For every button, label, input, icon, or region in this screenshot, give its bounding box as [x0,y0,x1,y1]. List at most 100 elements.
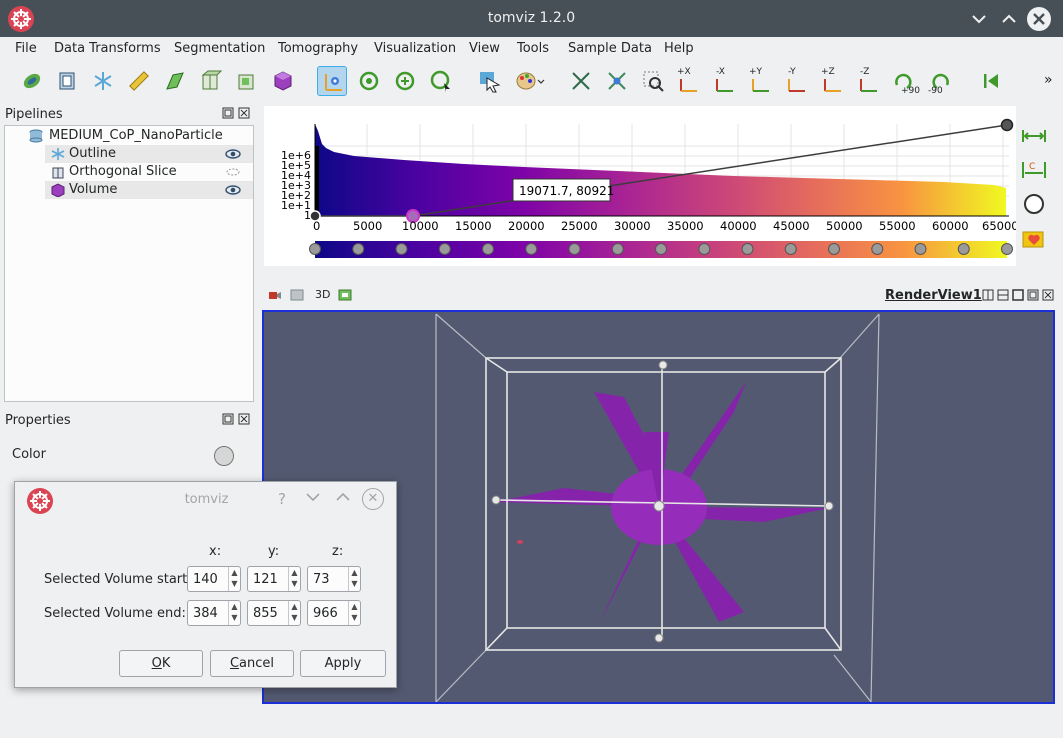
pipelines-float-icon[interactable] [222,107,234,122]
view-plus-z-icon[interactable]: +Z [818,66,848,96]
gradient-opacity-icon[interactable] [1020,190,1048,218]
interact-mode-icon[interactable] [317,66,347,96]
menu-tomography[interactable]: Tomography [278,41,358,56]
capture-icon[interactable] [290,289,304,304]
eye-icon[interactable] [225,183,241,197]
view-minus-x-icon[interactable]: -X [710,66,740,96]
end-y-input[interactable] [248,601,288,625]
preset-colormaps-icon[interactable] [1020,224,1048,252]
menu-file[interactable]: File [15,41,37,56]
colormap-node[interactable] [1001,243,1013,255]
colormap-node[interactable] [438,243,451,255]
camera-link-icon[interactable] [268,289,282,304]
spin-arrows-icon[interactable]: ▲ ▼ [228,567,240,591]
dialog-close-button[interactable]: ✕ [362,488,384,510]
apply-button[interactable]: Apply [300,650,386,677]
view-minus-y-icon[interactable]: -Y [782,66,812,96]
dialog-help-button[interactable]: ? [278,490,286,508]
end-x-input[interactable] [188,601,228,625]
colormap-node[interactable] [784,243,797,255]
end-z-spinbox[interactable]: ▲▼ [307,600,361,626]
pipelines-close-icon[interactable] [238,107,250,122]
minimize-button[interactable] [968,8,990,30]
split-vertical-icon[interactable] [997,289,1009,304]
reset-camera-icon[interactable] [566,66,596,96]
rotate-around-icon[interactable] [390,66,420,96]
colormap-node[interactable] [525,243,538,255]
rotate-icon[interactable] [354,66,384,96]
cancel-button[interactable]: Cancel [210,650,294,677]
eye-closed-icon[interactable] [225,165,241,179]
threshold-module-icon[interactable] [232,66,262,96]
transfer-point-end[interactable] [1000,118,1014,132]
colormap-node[interactable] [698,243,711,255]
color-palette-icon[interactable] [512,66,545,96]
menu-view[interactable]: View [469,41,500,56]
ok-button[interactable]: OK [119,650,203,677]
view-plus-x-icon[interactable]: +X [674,66,704,96]
start-x-input[interactable] [188,567,228,591]
colormap-node[interactable] [352,243,365,255]
view-mode-3d[interactable]: 3D [315,288,330,301]
colormap-node[interactable] [914,243,927,255]
pipeline-item-orthogonal-slice[interactable]: Orthogonal Slice [45,163,253,181]
pipeline-item-dataset[interactable]: MEDIUM_CoP_NanoParticle [5,127,253,145]
menu-data-transforms[interactable]: Data Transforms [54,41,161,56]
end-x-spinbox[interactable]: ▲▼ [187,600,241,626]
end-z-input[interactable] [308,601,348,625]
rotate-pick-icon[interactable] [426,66,456,96]
first-frame-icon[interactable] [976,66,1006,96]
screenshot-icon[interactable] [338,289,352,304]
menu-segmentation[interactable]: Segmentation [174,41,265,56]
contour-module-icon[interactable] [88,66,118,96]
colormap-node[interactable] [568,243,581,255]
close-window-button[interactable] [1027,7,1051,31]
view-plus-y-icon[interactable]: +Y [746,66,776,96]
pipeline-item-outline[interactable]: Outline [45,145,253,163]
eye-icon[interactable] [225,147,241,161]
start-z-input[interactable] [308,567,348,591]
ruler-icon[interactable] [124,66,154,96]
toolbar-overflow-button[interactable]: » [1044,72,1053,88]
colormap-node[interactable] [957,243,970,255]
close-view-icon[interactable] [1042,289,1054,304]
colormap-node[interactable] [309,243,321,255]
spin-arrows-icon[interactable]: ▲ ▼ [228,601,240,625]
spin-arrows-icon[interactable]: ▲ ▼ [348,601,360,625]
split-horizontal-icon[interactable] [982,289,994,304]
dialog-maximize-button[interactable] [334,488,352,510]
colormap-node[interactable] [611,243,624,255]
maximize-button[interactable] [998,8,1020,30]
colormap-node[interactable] [741,243,754,255]
colormap-node[interactable] [395,243,408,255]
colormap-node[interactable] [655,243,667,255]
center-rotation-icon[interactable] [602,66,632,96]
rotate-minus-90-icon[interactable]: -90 [926,66,956,96]
zoom-to-box-icon[interactable] [638,66,668,96]
select-cursor-icon[interactable] [474,66,504,96]
start-z-spinbox[interactable]: ▲▼ [307,566,361,592]
spin-arrows-icon[interactable]: ▲ ▼ [348,567,360,591]
spin-arrows-icon[interactable]: ▲ ▼ [288,567,300,591]
pipeline-item-volume[interactable]: Volume [45,181,253,199]
menu-sample-data[interactable]: Sample Data [568,41,652,56]
dialog-minimize-button[interactable] [304,488,322,510]
ortho-slice-module-icon[interactable] [196,66,226,96]
menu-tools[interactable]: Tools [517,41,549,56]
colormap-node[interactable] [871,243,884,255]
custom-range-icon[interactable]: C [1020,156,1048,184]
menu-visualization[interactable]: Visualization [374,41,456,56]
float-view-icon[interactable] [1027,289,1039,304]
spin-arrows-icon[interactable]: ▲ ▼ [288,601,300,625]
color-picker-button[interactable] [214,446,234,466]
properties-float-icon[interactable] [222,413,234,428]
colormap-node[interactable] [828,243,840,255]
start-x-spinbox[interactable]: ▲▼ [187,566,241,592]
slice-module-icon[interactable] [160,66,190,96]
properties-close-icon[interactable] [238,413,250,428]
maximize-view-icon[interactable] [1012,289,1024,304]
reset-range-icon[interactable] [1020,122,1048,150]
start-y-input[interactable] [248,567,288,591]
rotate-plus-90-icon[interactable]: +90 [888,66,920,96]
colormap-node[interactable] [482,243,494,255]
